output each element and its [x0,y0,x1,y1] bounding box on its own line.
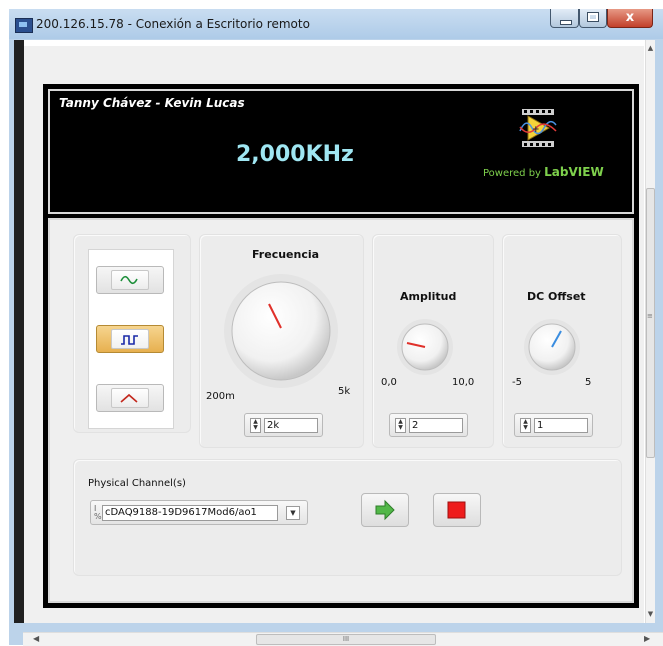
remote-desktop-edge [14,40,24,623]
channel-card: Physical Channel(s) I% cDAQ9188-19D9617M… [73,459,622,576]
scroll-up-arrow-icon[interactable]: ▲ [646,44,655,52]
window-title: 200.126.15.78 - Conexión a Escritorio re… [36,17,310,31]
frecuencia-knob-face [224,274,338,388]
vertical-scroll-grip: ≡ [647,312,653,320]
chevron-down-icon[interactable]: ▼ [286,506,300,520]
minimize-icon [560,20,572,25]
physical-channel-control: I% cDAQ9188-19D9617Mod6/ao1 ▼ [90,500,308,525]
dc-offset-numeric-control: ▲ ▼ 1 [514,413,593,437]
dc-offset-card: DC Offset -5 5 ▲ ▼ 1 [502,234,622,448]
close-button[interactable]: x [607,9,653,28]
frecuencia-value-field[interactable]: 2k [264,418,318,433]
scroll-left-arrow-icon[interactable]: ◀ [33,634,39,643]
frecuencia-label: Frecuencia [252,248,320,261]
scroll-right-arrow-icon[interactable]: ▶ [644,634,650,643]
frecuencia-min-label: 200m [206,391,235,402]
amplitud-numeric-control: ▲ ▼ 2 [389,413,468,437]
triangle-wave-icon [120,393,138,403]
controls-panel: Frecuencia 200m 5k ▲ ▼ 2k Amplitud 0,0 1… [48,218,634,603]
triangle-wave-button[interactable] [96,384,164,412]
frecuencia-spinner[interactable]: ▲ ▼ [250,418,261,433]
amplitud-spinner[interactable]: ▲ ▼ [395,418,406,433]
svg-text:+: + [532,125,540,135]
dc-offset-label: DC Offset [527,290,586,303]
minimize-button[interactable] [550,9,579,28]
sine-wave-icon [120,275,138,285]
remote-desktop-client-area: Tanny Chávez - Kevin Lucas 2,000KHz + Po… [14,40,655,623]
remote-desktop-window: 200.126.15.78 - Conexión a Escritorio re… [9,9,663,646]
amplitud-value-field[interactable]: 2 [409,418,463,433]
amplitud-min-label: 0,0 [381,377,397,388]
title-bar[interactable]: 200.126.15.78 - Conexión a Escritorio re… [9,9,663,39]
physical-channel-label: Physical Channel(s) [88,478,186,489]
horizontal-scroll-grip: III [342,635,350,643]
stop-button[interactable] [433,493,481,527]
maximize-button[interactable] [579,9,607,28]
square-wave-button[interactable] [96,325,164,353]
labview-logo-icon: + [519,109,557,147]
frequency-readout: 2,000KHz [236,142,354,167]
square-wave-icon [121,335,138,345]
frecuencia-numeric-control: ▲ ▼ 2k [244,413,323,437]
amplitud-card: Amplitud 0,0 10,0 ▲ ▼ 2 [372,234,494,448]
horizontal-scroll-thumb[interactable]: III [256,634,436,645]
sine-wave-button[interactable] [96,266,164,294]
dc-offset-max-label: 5 [585,377,592,388]
scroll-down-arrow-icon[interactable]: ▼ [646,610,655,618]
red-square-icon [447,501,466,519]
green-arrow-icon [375,499,395,521]
labview-brand: LabVIEW [544,165,604,179]
frecuencia-knob[interactable] [222,272,340,390]
physical-channel-field[interactable]: cDAQ9188-19D9617Mod6/ao1 [102,505,278,521]
powered-by-text: Powered by [483,168,541,179]
amplitud-knob[interactable] [396,318,454,376]
dc-offset-value-field[interactable]: 1 [534,418,588,433]
run-button[interactable] [361,493,409,527]
dc-offset-spinner[interactable]: ▲ ▼ [520,418,531,433]
waveform-selector-card [73,234,191,433]
amplitud-knob-face [397,319,453,375]
amplitud-max-label: 10,0 [452,377,475,388]
vertical-scrollbar[interactable]: ▲ ≡ ▼ [645,40,655,623]
horizontal-scrollbar[interactable]: ◀ III ▶ [23,632,663,646]
maximize-icon [587,12,599,22]
authors-label: Tanny Chávez - Kevin Lucas [59,96,245,110]
dc-offset-knob[interactable] [523,318,581,376]
powered-by-label: Powered by LabVIEW [483,165,604,179]
frecuencia-card: Frecuencia 200m 5k ▲ ▼ 2k [199,234,364,448]
frecuencia-max-label: 5k [338,386,351,397]
remote-desktop-icon [15,18,33,33]
vi-frame: Tanny Chávez - Kevin Lucas 2,000KHz + Po… [43,84,639,608]
io-name-icon: I% [94,504,102,521]
close-icon: x [625,10,635,25]
labview-front-panel: Tanny Chávez - Kevin Lucas 2,000KHz + Po… [24,46,644,623]
dc-offset-min-label: -5 [512,377,522,388]
vertical-scroll-thumb[interactable] [646,188,655,458]
dc-offset-knob-face [524,319,580,375]
title-banner: Tanny Chávez - Kevin Lucas 2,000KHz + Po… [48,89,634,214]
amplitud-label: Amplitud [400,290,457,303]
waveform-selector [88,249,174,429]
